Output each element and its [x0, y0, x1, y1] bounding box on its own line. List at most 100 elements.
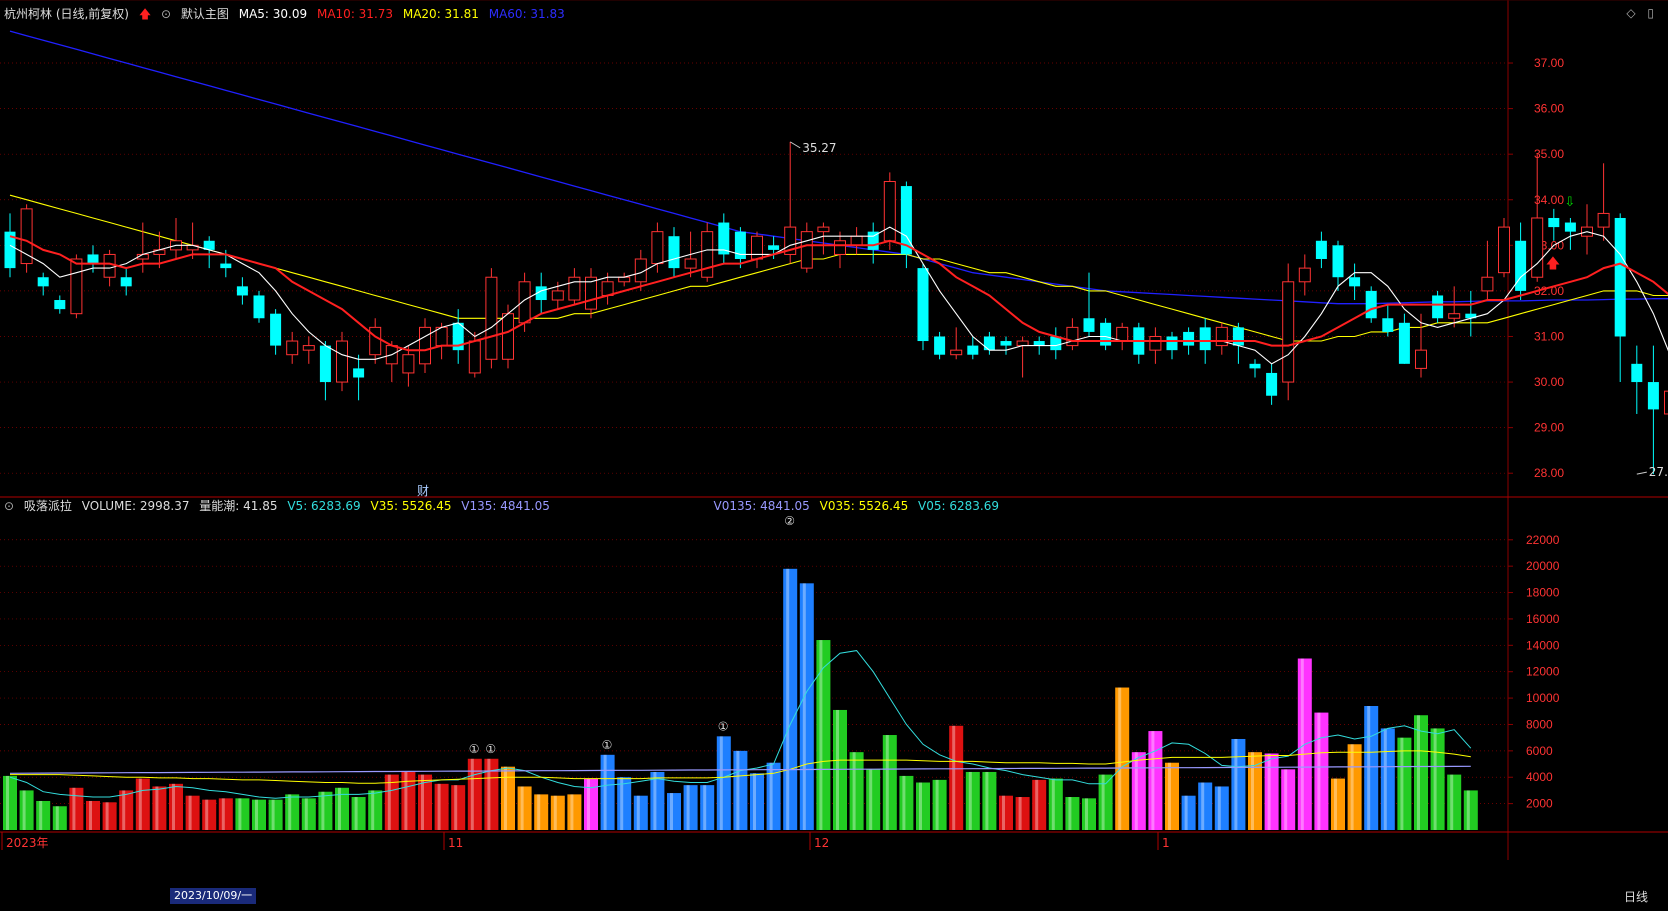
volume-bar [1331, 779, 1345, 830]
volume-bar [999, 796, 1013, 830]
volume-tick-label: 12000 [1526, 665, 1560, 679]
volume-bar [1381, 728, 1395, 830]
volume-bar-highlight [1085, 798, 1088, 830]
volume-bar-highlight [869, 769, 872, 830]
volume-bar [36, 801, 50, 830]
candle-body [1665, 391, 1668, 414]
volume-bar [1231, 739, 1245, 830]
stock-name[interactable]: 杭州柯林 (日线,前复权) [4, 7, 129, 21]
period-label[interactable]: 日线 [1624, 888, 1648, 905]
low-price-label: 27.98 [1649, 465, 1668, 479]
volume-bar-highlight [1450, 775, 1453, 830]
v0135-label: V0135: 4841.05 [714, 499, 810, 513]
volume-bar [650, 772, 664, 830]
volume-bar-highlight [487, 759, 490, 830]
volume-bar-highlight [371, 790, 374, 830]
volume-bar [501, 767, 515, 830]
candle-body [801, 232, 812, 268]
volume-bar [883, 735, 897, 830]
volume-bar-highlight [72, 788, 75, 830]
volume-bar-highlight [1035, 780, 1038, 830]
high-marker-line [790, 142, 800, 148]
volume-bar [833, 710, 847, 830]
volume-bar-highlight [1384, 728, 1387, 830]
volume-bar [451, 785, 465, 830]
volume-bar-highlight [172, 784, 175, 830]
volume-bar [783, 569, 797, 830]
volume-bar [1364, 706, 1378, 830]
volume-bar-highlight [570, 794, 573, 830]
volume-bar-highlight [355, 797, 358, 830]
volume-bar [352, 797, 366, 830]
volume-bar-highlight [770, 763, 773, 830]
candle-body [1233, 327, 1244, 345]
candle-body [685, 259, 696, 268]
candle-body [1416, 350, 1427, 368]
volume-bar-highlight [1467, 790, 1470, 830]
ma5-label: MA5: 30.09 [239, 7, 307, 21]
volume-bar-highlight [106, 802, 109, 830]
volume-bar [617, 777, 631, 830]
volume-bar-highlight [969, 772, 972, 830]
volume-bar-highlight [1185, 796, 1188, 830]
indicator-settings-icon[interactable]: ⊙ [4, 499, 14, 513]
volume-bar [119, 790, 133, 830]
volume-bar [1016, 797, 1030, 830]
high-price-label: 35.27 [802, 141, 836, 155]
volume-tick-label: 20000 [1526, 559, 1560, 573]
volume-bar-highlight [1218, 786, 1221, 830]
candle-body [486, 277, 497, 359]
price-tick-label: 37.00 [1534, 56, 1564, 70]
volume-bar-highlight [1118, 688, 1121, 830]
volume-bar-highlight [902, 776, 905, 830]
volume-bar [1115, 688, 1129, 830]
volume-bar-highlight [819, 640, 822, 830]
volume-bar-highlight [205, 800, 208, 830]
volume-bar-highlight [122, 790, 125, 830]
signal-circle-marker: ② [784, 514, 795, 528]
volume-bar [634, 796, 648, 830]
volume-bar [750, 773, 764, 830]
volume-bar-highlight [786, 569, 789, 830]
volume-bar [518, 786, 532, 830]
volume-bar [368, 790, 382, 830]
low-marker-line [1637, 472, 1647, 474]
candle-body [270, 314, 281, 346]
indicator-name[interactable]: 吸落派拉 [24, 499, 72, 513]
v05-label: V05: 6283.69 [918, 499, 999, 513]
volume-bar-highlight [504, 767, 507, 830]
candle-body [88, 254, 99, 263]
volume-bar-highlight [155, 786, 158, 830]
diamond-icon[interactable]: ◇ [1626, 6, 1635, 20]
volume-bar [1148, 731, 1162, 830]
volume-bar-highlight [23, 790, 26, 830]
window-icon[interactable]: ▯ [1647, 6, 1654, 20]
up-arrow-icon: 🡅 [139, 7, 151, 21]
volume-bar [700, 785, 714, 830]
volume-bar [684, 785, 698, 830]
price-tick-label: 31.00 [1534, 329, 1564, 343]
volume-bar [534, 794, 548, 830]
volume-bar-highlight [1168, 763, 1171, 830]
volume-tick-label: 8000 [1526, 717, 1553, 731]
chart-canvas[interactable]: 37.0036.0035.0034.0033.0032.0031.0030.00… [0, 0, 1668, 908]
chart-label[interactable]: 默认主图 [181, 7, 229, 21]
volume-bar-highlight [936, 780, 939, 830]
volume-bar [1265, 753, 1279, 830]
candle-body [552, 291, 563, 300]
volume-bar [667, 793, 681, 830]
volume-bar-highlight [1135, 752, 1138, 830]
volume-bar [302, 798, 316, 830]
volume-bar [1082, 798, 1096, 830]
price-tick-label: 34.00 [1534, 193, 1564, 207]
chart-settings-icon[interactable]: ⊙ [161, 7, 171, 21]
volume-bar-highlight [39, 801, 42, 830]
candle-body [1598, 213, 1609, 227]
volume-bar-highlight [1102, 775, 1105, 830]
candle-body [884, 182, 895, 241]
volume-bar-highlight [653, 772, 656, 830]
volume-label: VOLUME: 2998.37 [82, 499, 190, 513]
volume-bar-highlight [853, 752, 856, 830]
volume-bar-highlight [1367, 706, 1370, 830]
volume-bar-highlight [1251, 752, 1254, 830]
